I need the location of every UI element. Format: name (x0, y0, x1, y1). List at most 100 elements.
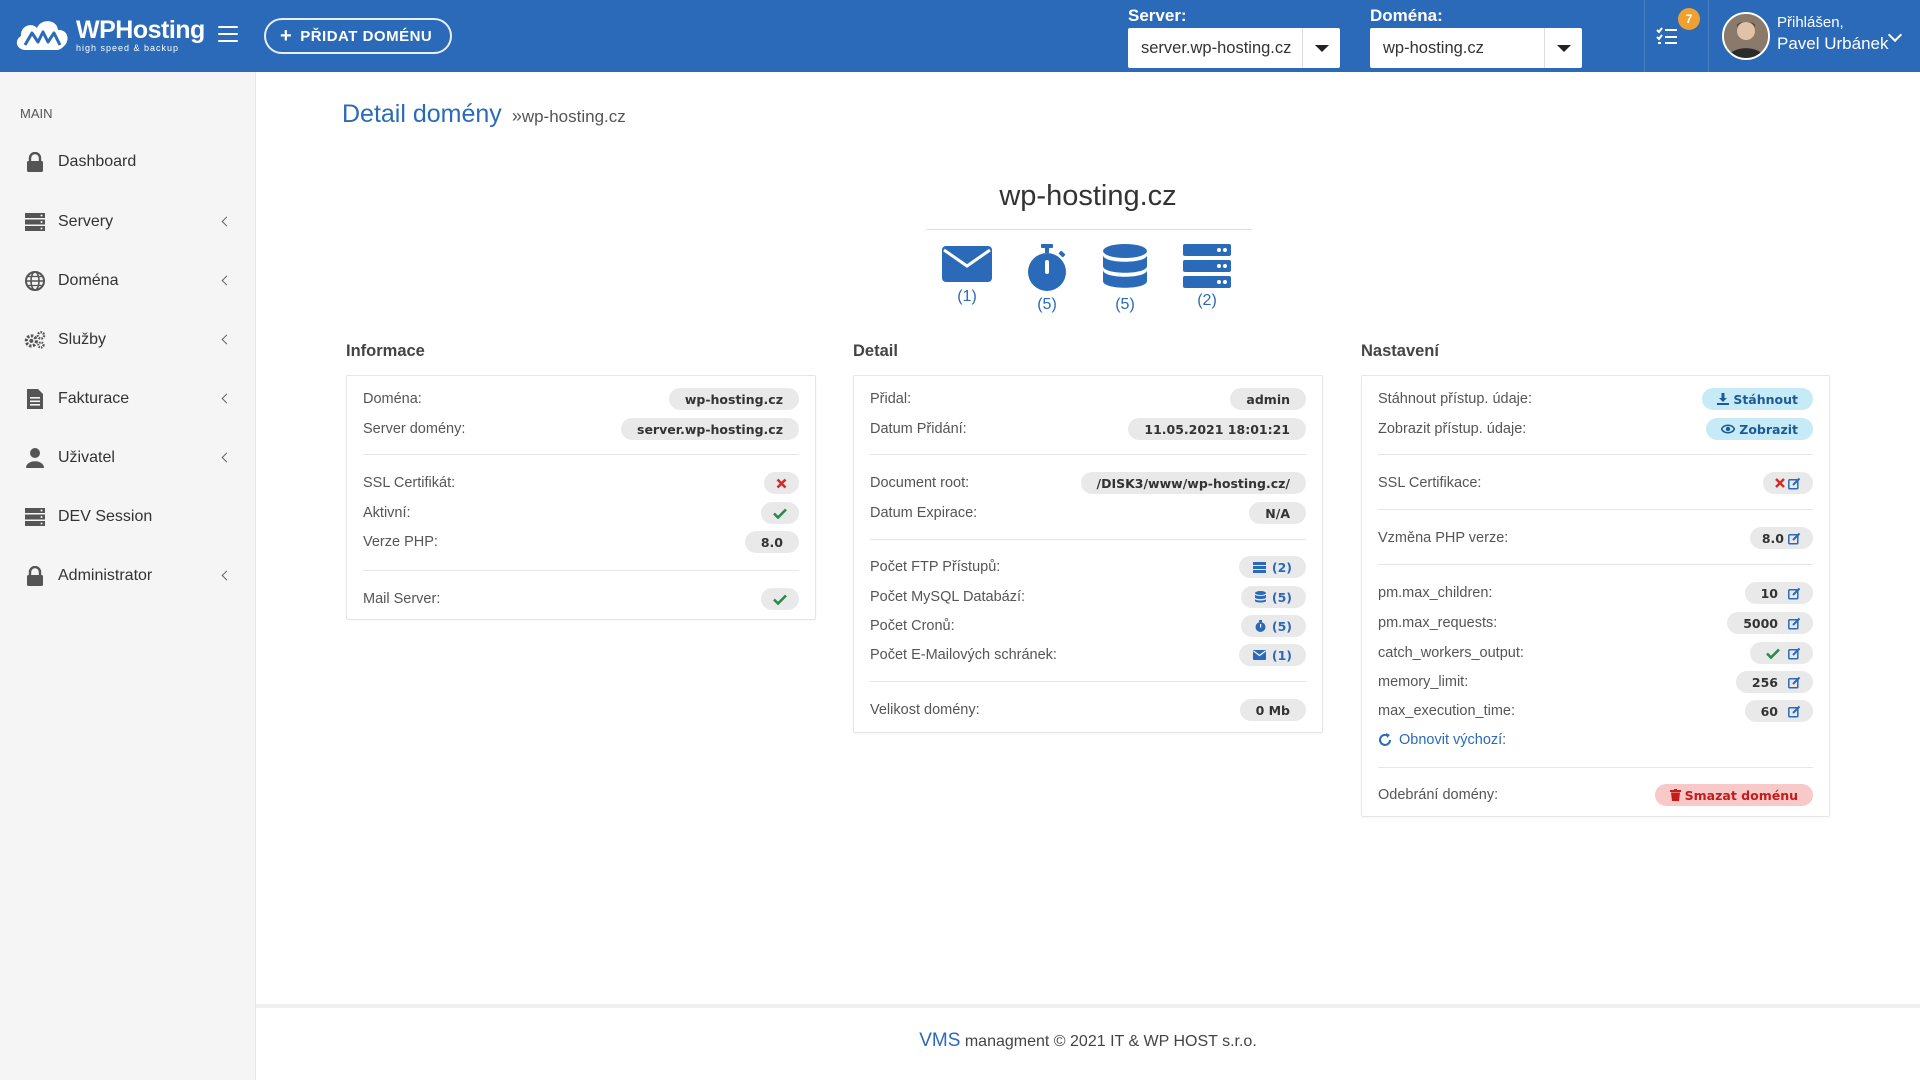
domain-select[interactable]: wp-hosting.cz (1370, 28, 1582, 68)
menu-toggle-icon[interactable] (218, 26, 238, 44)
row-label: SSL Certifikace: (1378, 475, 1482, 491)
domain-label: Doména: (1370, 6, 1443, 25)
user-photo-icon (1724, 14, 1768, 58)
ftp-count-pill[interactable]: (2) (1238, 556, 1306, 578)
detail-row-expiration: Datum Expirace: N/A (870, 501, 1306, 525)
max-requests-value: 5000 (1743, 615, 1778, 631)
row-label: pm.max_requests: (1378, 615, 1498, 631)
row-label: memory_limit: (1378, 674, 1469, 690)
restore-defaults-link[interactable]: Obnovit výchozí: (1378, 732, 1506, 748)
memory-limit-value: 256 (1751, 674, 1778, 690)
row-label: max_execution_time: (1378, 703, 1516, 719)
divider (363, 570, 799, 571)
settings-row-memory: memory_limit: 256 (1378, 670, 1813, 694)
chevron-left-icon (221, 393, 232, 404)
sidebar-item-dev-session[interactable]: DEV Session (0, 497, 256, 537)
sidebar-item-domena[interactable]: Doména (0, 261, 256, 301)
detail-row-cron: Počet Cronů: (5) (870, 614, 1306, 638)
detail-row-root: Document root: /DISK3/www/wp-hosting.cz/ (870, 471, 1306, 495)
database-icon (1254, 591, 1266, 603)
sidebar-item-uzivatel[interactable]: Uživatel (0, 438, 256, 478)
notification-badge: 7 (1678, 8, 1700, 30)
tasks-list-icon[interactable] (1656, 26, 1678, 46)
max-requests-edit[interactable]: 5000 (1727, 612, 1813, 634)
add-domain-button[interactable]: + PŘIDAT DOMÉNU (264, 18, 453, 54)
invoice-icon (24, 388, 46, 410)
user-name: Pavel Urbánek (1777, 34, 1889, 53)
detail-row-mysql: Počet MySQL Databází: (5) (870, 585, 1306, 609)
divider (1378, 564, 1813, 565)
server-select[interactable]: server.wp-hosting.cz (1128, 28, 1340, 68)
ftp-count-value: (2) (1271, 559, 1292, 575)
row-label: Odebrání domény: (1378, 787, 1499, 803)
row-label: Velikost domény: (870, 702, 980, 718)
plus-icon: + (280, 25, 293, 47)
chevron-left-icon (221, 216, 232, 227)
cloud-logo-icon (16, 21, 68, 50)
mailbox-count-pill[interactable]: (1) (1238, 644, 1306, 666)
row-label: Počet MySQL Databází: (870, 589, 1026, 605)
row-label: catch_workers_output: (1378, 645, 1524, 661)
sidebar-item-dashboard[interactable]: Dashboard (0, 142, 256, 182)
download-credentials-button[interactable]: Stáhnout (1702, 388, 1813, 410)
sidebar-item-label: Uživatel (58, 449, 115, 466)
sidebar-item-label: Doména (58, 272, 119, 289)
row-label: Přidal: (870, 391, 912, 407)
user-info[interactable]: Přihlášen, Pavel Urbánek (1777, 14, 1889, 54)
settings-row-ssl: SSL Certifikace: (1378, 471, 1813, 495)
show-credentials-button[interactable]: Zobrazit (1706, 418, 1813, 440)
delete-domain-button[interactable]: Smazat doménu (1654, 784, 1813, 806)
divider (1708, 0, 1709, 72)
edit-icon (1788, 532, 1801, 545)
stopwatch-icon (1255, 620, 1266, 632)
databases-count: (5) (1115, 296, 1135, 313)
section-title-informace: Informace (346, 342, 425, 360)
download-icon (1717, 393, 1730, 405)
mysql-count-pill[interactable]: (5) (1240, 586, 1306, 608)
server-icon (1183, 244, 1231, 288)
divider (1378, 767, 1813, 768)
row-label: Stáhnout přístup. údaje: (1378, 391, 1532, 407)
page-title: Detail domény (342, 100, 502, 128)
server-value: server.wp-hosting.cz (621, 418, 799, 440)
php-version-edit[interactable]: 8.0 (1749, 527, 1813, 549)
caret-down-icon (1302, 28, 1340, 68)
lock-icon (24, 151, 46, 173)
divider (926, 229, 1252, 230)
chevron-down-icon[interactable] (1887, 27, 1903, 43)
logo[interactable]: WPHosting high speed & backup (12, 14, 205, 56)
sidebar-heading: MAIN (20, 106, 53, 121)
mailboxes-link[interactable]: (1) (937, 244, 997, 306)
edit-icon (1788, 587, 1801, 600)
avatar[interactable] (1722, 12, 1770, 60)
max-exec-time-edit[interactable]: 60 (1744, 700, 1813, 722)
info-card: Doména: wp-hosting.cz Server domény: ser… (346, 375, 816, 620)
info-row-active: Aktivní: (363, 501, 799, 525)
settings-card: Stáhnout přístup. údaje: Stáhnout Zobraz… (1361, 375, 1830, 817)
ssl-edit-button[interactable] (1763, 472, 1813, 494)
chevron-left-icon (221, 452, 232, 463)
max-children-edit[interactable]: 10 (1744, 582, 1813, 604)
databases-link[interactable]: (5) (1095, 244, 1155, 314)
row-label: Datum Přidání: (870, 421, 967, 437)
download-label: Stáhnout (1733, 391, 1798, 407)
breadcrumb-current: wp-hosting.cz (521, 107, 626, 126)
domain-heading: wp-hosting.cz (999, 180, 1177, 212)
add-domain-label: PŘIDAT DOMÉNU (300, 27, 433, 45)
cron-count-pill[interactable]: (5) (1240, 615, 1306, 637)
delete-domain-label: Smazat doménu (1684, 787, 1798, 803)
domain-selector: Doména: wp-hosting.cz (1370, 6, 1582, 68)
ftp-link[interactable]: (2) (1177, 244, 1237, 310)
catch-workers-edit[interactable] (1750, 642, 1813, 664)
row-label: Zobrazit přístup. údaje: (1378, 421, 1527, 437)
database-icon (1103, 244, 1147, 288)
divider (870, 539, 1306, 540)
sidebar-item-fakturace[interactable]: Fakturace (0, 379, 256, 419)
sidebar-item-administrator[interactable]: Administrator (0, 556, 256, 596)
cron-count-value: (5) (1271, 618, 1292, 634)
memory-limit-edit[interactable]: 256 (1735, 671, 1813, 693)
row-label: pm.max_children: (1378, 585, 1493, 601)
sidebar-item-sluzby[interactable]: Služby (0, 320, 256, 360)
mysql-count-value: (5) (1271, 589, 1292, 605)
crons-link[interactable]: (5) (1017, 244, 1077, 314)
